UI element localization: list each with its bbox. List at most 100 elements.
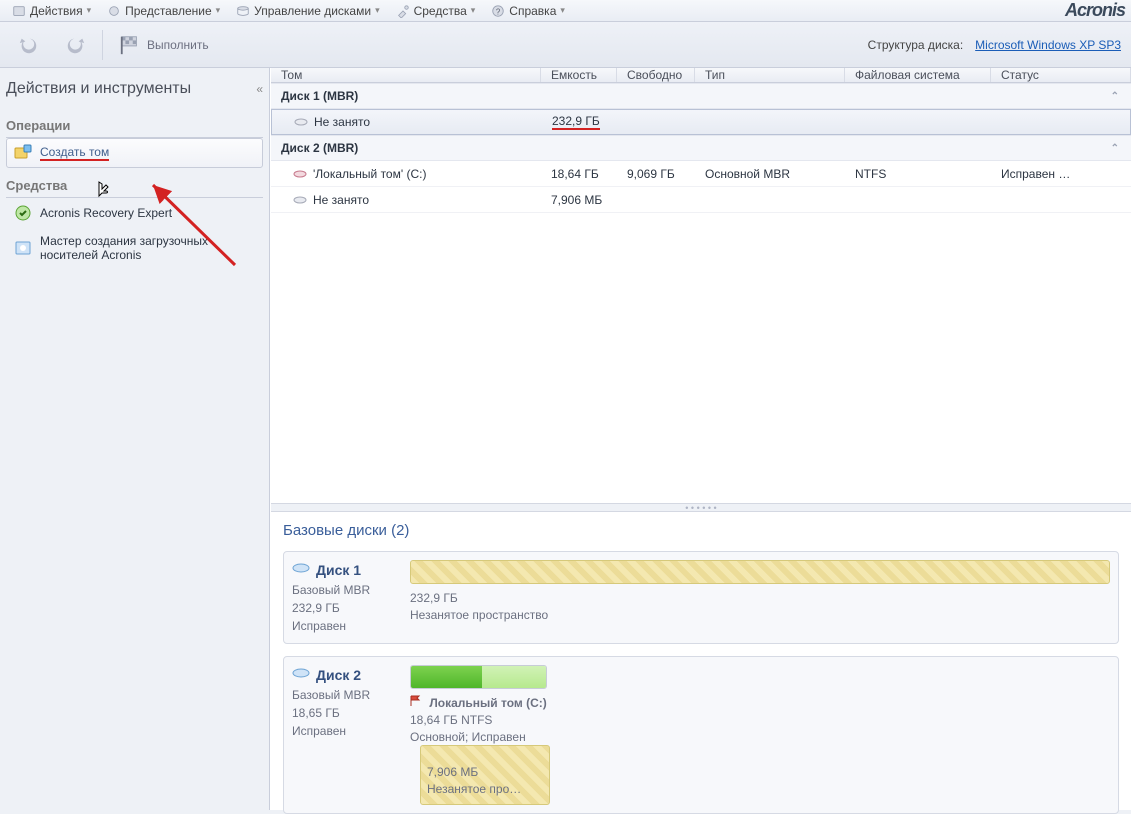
media-icon xyxy=(14,239,32,257)
cell-type xyxy=(696,110,846,134)
brand-logo: Acronis xyxy=(1065,0,1125,21)
menu-disks-label: Управление дисками xyxy=(254,4,371,18)
col-free[interactable]: Свободно xyxy=(617,68,695,82)
disk2-status: Исправен xyxy=(292,722,400,740)
execute-button[interactable]: Выполнить xyxy=(111,31,217,59)
unallocated-icon xyxy=(294,115,308,129)
table-header: Том Емкость Свободно Тип Файловая систем… xyxy=(271,68,1131,83)
redo-icon xyxy=(64,34,86,56)
chevron-up-icon: ⌃ xyxy=(1111,91,1119,102)
menu-view[interactable]: Представление ▾ xyxy=(101,2,226,20)
group-disk2-label: Диск 2 (MBR) xyxy=(281,141,358,155)
cell-free xyxy=(618,110,696,134)
redo-button[interactable] xyxy=(56,31,94,59)
disk2-seg-line2: Основной; Исправен xyxy=(410,729,547,746)
cell-status xyxy=(992,110,1130,134)
execute-label: Выполнить xyxy=(147,38,209,52)
cell-cap: 7,906 МБ xyxy=(541,187,617,212)
menu-disks[interactable]: Управление дисками ▾ xyxy=(230,2,385,20)
collapse-icon[interactable]: « xyxy=(256,82,263,96)
menu-actions[interactable]: Действия ▾ xyxy=(6,2,97,20)
disk2-seg-free xyxy=(482,666,545,688)
col-capacity[interactable]: Емкость xyxy=(541,68,617,82)
cell-status: Исправен … xyxy=(991,161,1131,186)
actions-icon xyxy=(12,4,26,18)
disk2-bar[interactable] xyxy=(410,665,547,689)
col-status[interactable]: Статус xyxy=(991,68,1131,82)
sidebar-item-create-volume[interactable]: Создать том xyxy=(6,138,263,168)
cell-vol: 'Локальный том' (C:) xyxy=(313,167,426,181)
cell-vol: Не занято xyxy=(313,193,369,207)
disk2-meta: Диск 2 Базовый MBR 18,65 ГБ Исправен xyxy=(292,665,400,805)
horizontal-splitter[interactable]: • • • • • • xyxy=(271,503,1131,512)
menu-bar: Действия ▾ Представление ▾ Управление ди… xyxy=(0,0,1131,22)
disk1-size: 232,9 ГБ xyxy=(292,599,400,617)
disk2-type: Базовый MBR xyxy=(292,686,400,704)
chevron-up-icon: ⌃ xyxy=(1111,143,1119,154)
sidebar-item-media-builder[interactable]: Мастер создания загрузочных носителей Ac… xyxy=(6,228,263,268)
menu-help-label: Справка xyxy=(509,4,556,18)
media-label: Мастер создания загрузочных носителей Ac… xyxy=(40,234,240,262)
unallocated-icon xyxy=(293,193,307,207)
structure-label: Структура диска: xyxy=(868,38,964,52)
cell-free: 9,069 ГБ xyxy=(617,161,695,186)
structure-link[interactable]: Microsoft Windows XP SP3 xyxy=(975,38,1121,52)
sidebar-item-recovery[interactable]: Acronis Recovery Expert xyxy=(6,198,263,228)
disk1-status: Исправен xyxy=(292,617,400,635)
disk1-card[interactable]: Диск 1 Базовый MBR 232,9 ГБ Исправен 232… xyxy=(283,551,1119,644)
cell-type xyxy=(695,187,845,212)
menu-actions-label: Действия xyxy=(30,4,83,18)
disk-icon xyxy=(236,4,250,18)
disk2-size: 18,65 ГБ xyxy=(292,704,400,722)
table-row[interactable]: Не занято 232,9 ГБ xyxy=(271,109,1131,135)
cell-fs xyxy=(846,110,992,134)
group-disk2[interactable]: Диск 2 (MBR) ⌃ xyxy=(271,135,1131,161)
menu-tools[interactable]: Средства ▾ xyxy=(390,2,482,20)
disk2-seg-used xyxy=(411,666,482,688)
separator xyxy=(102,30,103,60)
cell-fs xyxy=(845,187,991,212)
disk2-extra-desc: Незанятое про… xyxy=(427,781,543,798)
group-disk1[interactable]: Диск 1 (MBR) ⌃ xyxy=(271,83,1131,109)
cell-fs: NTFS xyxy=(845,161,991,186)
chevron-down-icon: ▾ xyxy=(375,5,380,16)
view-icon xyxy=(107,4,121,18)
flag-icon xyxy=(410,695,422,707)
recovery-label: Acronis Recovery Expert xyxy=(40,206,172,220)
table-row[interactable]: Не занято 7,906 МБ xyxy=(271,187,1131,213)
chevron-down-icon: ▾ xyxy=(216,5,221,16)
disk2-seg-name: Локальный том (C:) xyxy=(429,696,546,710)
volume-list: Диск 1 (MBR) ⌃ Не занято 232,9 ГБ Диск 2… xyxy=(271,83,1131,503)
disk1-name: Диск 1 xyxy=(316,560,361,581)
disk1-meta: Диск 1 Базовый MBR 232,9 ГБ Исправен xyxy=(292,560,400,635)
base-disks-title: Базовые диски (2) xyxy=(271,512,1131,547)
undo-button[interactable] xyxy=(10,31,48,59)
sidebar-group-tools: Средства xyxy=(6,174,263,198)
disk1-bar-size: 232,9 ГБ xyxy=(410,590,1110,607)
menu-tools-label: Средства xyxy=(414,4,467,18)
create-volume-label: Создать том xyxy=(40,145,109,161)
help-icon: ? xyxy=(491,4,505,18)
col-type[interactable]: Тип xyxy=(695,68,845,82)
table-row[interactable]: 'Локальный том' (C:) 18,64 ГБ 9,069 ГБ О… xyxy=(271,161,1131,187)
flag-icon xyxy=(119,34,141,56)
menu-view-label: Представление xyxy=(125,4,212,18)
cell-vol: Не занято xyxy=(314,115,370,129)
disk-icon xyxy=(292,560,310,581)
undo-icon xyxy=(18,34,40,56)
disk2-card[interactable]: Диск 2 Базовый MBR 18,65 ГБ Исправен xyxy=(283,656,1119,814)
chevron-down-icon: ▾ xyxy=(560,5,565,16)
col-fs[interactable]: Файловая система xyxy=(845,68,991,82)
disk2-extra[interactable]: 7,906 МБ Незанятое про… xyxy=(420,745,550,805)
sidebar-title-text: Действия и инструменты xyxy=(6,80,191,98)
disk1-bar[interactable] xyxy=(410,560,1110,584)
volume-icon xyxy=(293,167,307,181)
chevron-down-icon: ▾ xyxy=(471,5,476,16)
create-volume-icon xyxy=(14,144,32,162)
disk1-bar-desc: Незанятое пространство xyxy=(410,607,1110,624)
disk2-extra-size: 7,906 МБ xyxy=(427,764,543,781)
col-volume[interactable]: Том xyxy=(271,68,541,82)
chevron-down-icon: ▾ xyxy=(87,5,92,16)
menu-help[interactable]: ? Справка ▾ xyxy=(485,2,571,20)
disk2-name: Диск 2 xyxy=(316,665,361,686)
